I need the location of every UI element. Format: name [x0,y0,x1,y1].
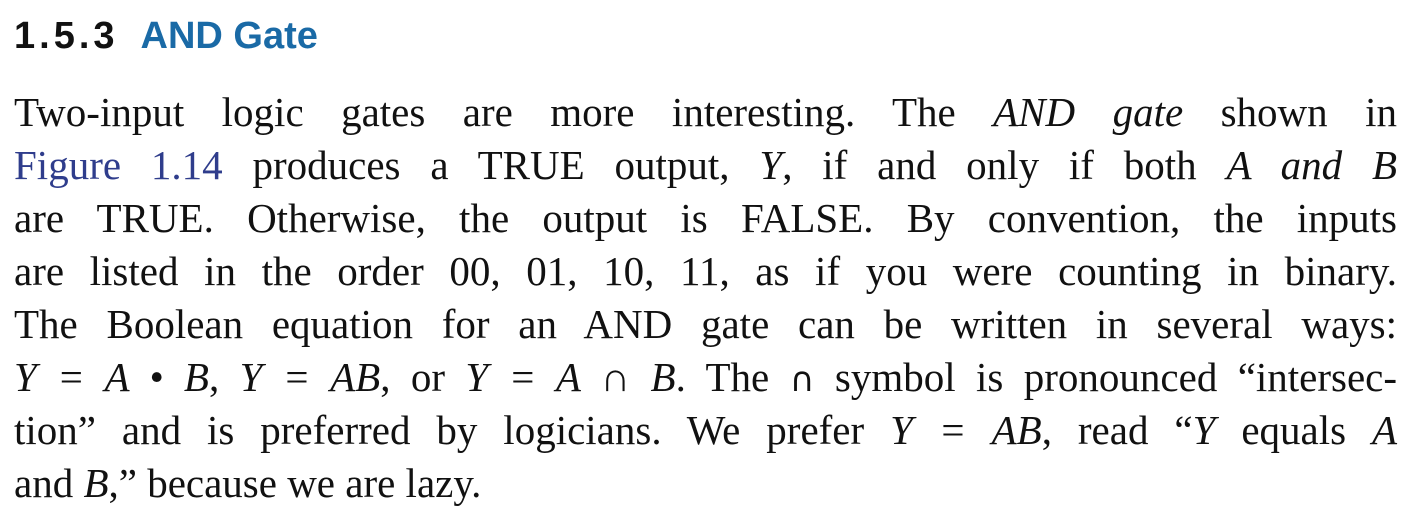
paragraph-line: The Boolean equation for an AND gate can… [14,301,1397,347]
paragraph-line: are TRUE. Otherwise, the output is FALSE… [14,195,1397,241]
body-paragraph: Two-input logic gates are more interesti… [14,86,1397,510]
paragraph-line: tion” and is preferred by logicians. We … [14,404,1397,457]
math-expression: A and B [1226,142,1398,188]
text-run: Two-input logic gates are more interesti… [14,89,956,135]
figure-link[interactable]: Figure 1.14 [14,142,223,188]
text-run: ,” because we are lazy. [108,460,482,506]
section-number: 1.5.3 [14,15,119,57]
text-run: . The [675,354,770,400]
math-equation: Y = A • B [14,354,209,400]
math-equation: Y = A ∩ B [465,354,676,400]
text-run: symbol is pronounced “intersec- [834,354,1398,400]
paragraph-line: Y = A • B, Y = AB, or Y = A ∩ B. The ∩ s… [14,351,1397,404]
math-variable: Y [759,142,783,188]
math-equation: Y = AB [239,354,381,400]
math-variable: B [83,460,109,506]
section-title: AND Gate [140,15,318,57]
text-run: , read “ [1041,407,1193,453]
math-equation: Y = AB [890,407,1042,453]
text-run: and [14,460,74,506]
intersection-symbol: ∩ [789,360,815,400]
math-variable: Y [1192,407,1216,453]
text-run: equals [1241,407,1347,453]
paragraph-line: Two-input logic gates are more interesti… [14,86,1397,139]
text-run: , or [380,354,445,400]
math-variable: A [1371,407,1398,453]
emphasis-term: AND gate [993,89,1184,135]
text-run: tion” and is preferred by logicians. We … [14,407,865,453]
paragraph-line: are listed in the order 00, 01, 10, 11, … [14,248,1397,294]
paragraph-line: and B,” because we are lazy. [14,457,1397,510]
section-heading: 1.5.3 AND Gate [14,8,318,64]
paragraph-line: Figure 1.14 produces a TRUE output, Y, i… [14,139,1397,192]
text-run: produces a TRUE output, [252,142,730,188]
text-run: , if and only if both [782,142,1197,188]
text-run: , [208,354,220,400]
text-run: shown in [1220,89,1397,135]
